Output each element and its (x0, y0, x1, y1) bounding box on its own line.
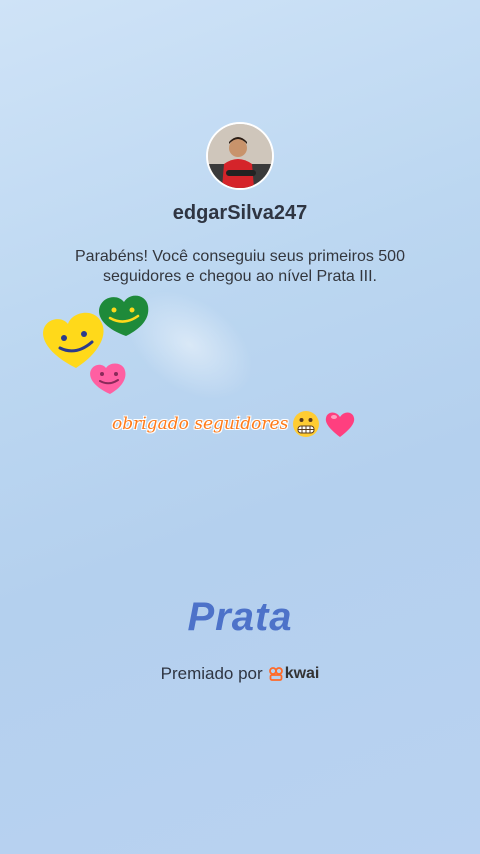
green-smiley-heart-icon (99, 295, 149, 336)
achievement-message: Parabéns! Você conseguiu seus primeiros … (75, 248, 405, 285)
heart-icon (326, 412, 355, 437)
tier-title: Prata (187, 595, 293, 639)
profile-photo-icon (208, 124, 272, 188)
awarded-by: Premiado por kwai (0, 664, 480, 684)
yellow-smiley-heart-icon (43, 312, 104, 368)
thank-you-caption: obrigado seguidores (112, 406, 372, 442)
awarded-by-label: Premiado por (160, 664, 263, 683)
kwai-brand-text: kwai (284, 665, 320, 682)
kwai-brand[interactable]: kwai (268, 665, 320, 683)
caption-text: obrigado seguidores (112, 414, 289, 434)
avatar[interactable] (208, 124, 272, 188)
grimacing-face-icon (293, 411, 320, 437)
pink-smiley-heart-icon (90, 363, 126, 394)
smiley-hearts-sticker (43, 295, 149, 394)
kwai-logo-icon (268, 667, 283, 681)
username: edgarSilva247 (172, 202, 308, 224)
